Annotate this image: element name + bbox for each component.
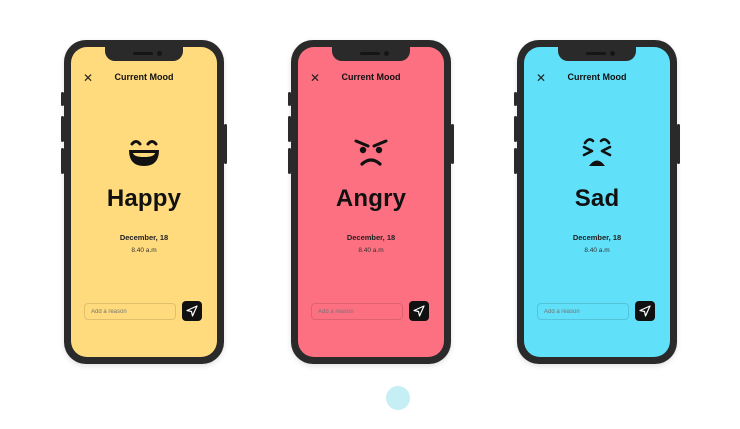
reason-input[interactable] [311,303,403,320]
mood-time: 8.40 a.m [358,247,384,254]
phone-happy: ✕ Current Mood Happy December, 18 8.40 a… [61,40,227,364]
phone-side-button [288,92,291,106]
phone-notch [332,47,410,61]
top-bar: ✕ Current Mood [524,71,670,85]
page-indicator-dot [386,386,410,410]
phone-side-button [61,148,64,174]
phone-angry: ✕ Current Mood Angry December, 18 8.40 a… [288,40,454,364]
page-title: Current Mood [341,72,401,82]
mood-screen: ✕ Current Mood Happy December, 18 8.40 a… [71,47,217,357]
phone-power-button [451,124,454,164]
phone-side-button [288,116,291,142]
phone-sad: ✕ Current Mood Sad December, 18 8.40 a.m [514,40,680,364]
mood-time: 8.40 a.m [584,247,610,254]
crying-face-icon [582,138,612,166]
mood-date: December, 18 [346,233,396,242]
send-icon [413,305,425,317]
grinning-face-icon [129,140,159,166]
phone-side-button [61,116,64,142]
phone-notch [105,47,183,61]
mood-screen: ✕ Current Mood Angry December, 18 8.40 a… [298,47,444,357]
phone-side-button [514,116,517,142]
phone-side-button [514,148,517,174]
mood-label: Angry [335,185,407,212]
page-title: Current Mood [567,72,627,82]
phone-notch [558,47,636,61]
phone-power-button [224,124,227,164]
send-button[interactable] [635,301,655,321]
send-icon [186,305,198,317]
send-icon [639,305,651,317]
send-button[interactable] [182,301,202,321]
reason-input[interactable] [84,303,176,320]
mood-label: Sad [574,185,620,212]
phone-power-button [677,124,680,164]
page-title: Current Mood [114,72,174,82]
mood-label: Happy [106,185,182,212]
reason-input[interactable] [537,303,629,320]
mood-date: December, 18 [572,233,622,242]
phone-side-button [514,92,517,106]
mood-date: December, 18 [119,233,169,242]
top-bar: ✕ Current Mood [298,71,444,85]
phone-side-button [61,92,64,106]
angry-face-icon [354,139,388,166]
top-bar: ✕ Current Mood [71,71,217,85]
phone-side-button [288,148,291,174]
mood-time: 8.40 a.m [131,247,157,254]
mood-screen: ✕ Current Mood Sad December, 18 8.40 a.m [524,47,670,357]
send-button[interactable] [409,301,429,321]
